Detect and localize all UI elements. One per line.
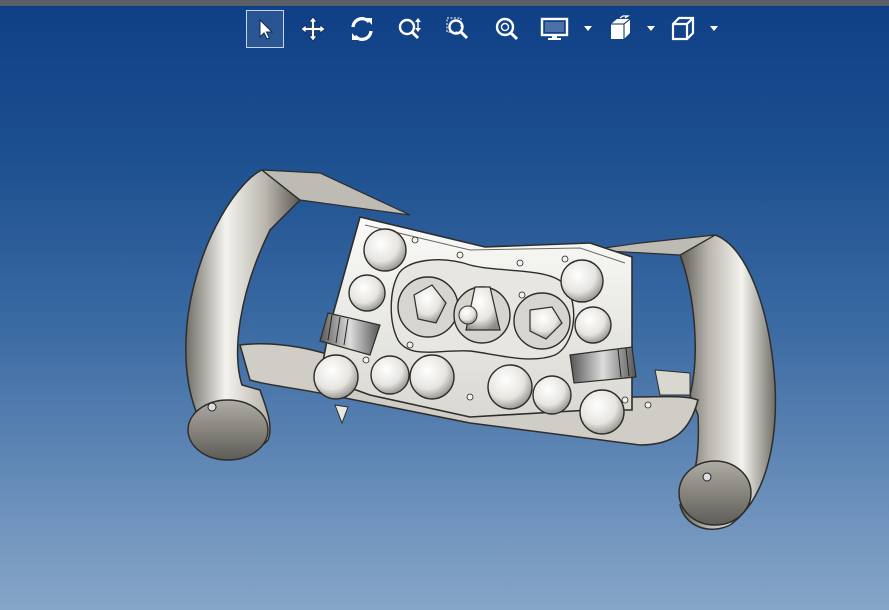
section-view-dropdown[interactable]: [646, 23, 656, 35]
chevron-down-icon: [710, 26, 718, 31]
pan-tool-button[interactable]: [294, 10, 332, 48]
steering-wheel-model[interactable]: [170, 155, 790, 545]
rotary-knob-right[interactable]: [513, 292, 571, 350]
chevron-down-icon: [584, 26, 592, 31]
zoom-window-tool-button[interactable]: [439, 10, 477, 48]
zoom-updown-icon: [398, 18, 421, 40]
push-button[interactable]: [313, 354, 359, 400]
window-top-border: [0, 0, 889, 6]
push-button[interactable]: [348, 274, 386, 312]
monitor-icon: [540, 17, 569, 40]
push-button[interactable]: [574, 306, 612, 344]
rotary-knob-left[interactable]: [397, 276, 459, 338]
cursor-arrow-icon: [259, 18, 274, 40]
section-view-button[interactable]: [601, 10, 639, 48]
section-view-icon: [611, 15, 631, 39]
push-button[interactable]: [409, 354, 455, 400]
zoom-fit-tool-button[interactable]: [488, 10, 526, 48]
move-arrows-icon: [300, 16, 326, 42]
chevron-down-icon: [647, 26, 655, 31]
rotate-icon: [351, 17, 373, 41]
push-button[interactable]: [560, 259, 604, 303]
rotate-tool-button[interactable]: [343, 10, 381, 48]
cube-view-icon: [671, 16, 695, 41]
zoom-fit-icon: [495, 17, 519, 41]
push-button[interactable]: [487, 364, 533, 410]
zoom-window-icon: [446, 17, 469, 40]
display-mode-button[interactable]: [536, 10, 574, 48]
rotary-knob-center[interactable]: [453, 286, 511, 344]
select-tool-button[interactable]: [246, 10, 284, 48]
push-button[interactable]: [370, 355, 410, 395]
push-button[interactable]: [532, 375, 572, 415]
view-orientation-button[interactable]: [664, 10, 702, 48]
push-button[interactable]: [579, 389, 625, 435]
zoom-tool-button[interactable]: [391, 10, 429, 48]
push-button[interactable]: [363, 228, 407, 272]
view-orientation-dropdown[interactable]: [709, 23, 719, 35]
display-mode-dropdown[interactable]: [583, 23, 593, 35]
